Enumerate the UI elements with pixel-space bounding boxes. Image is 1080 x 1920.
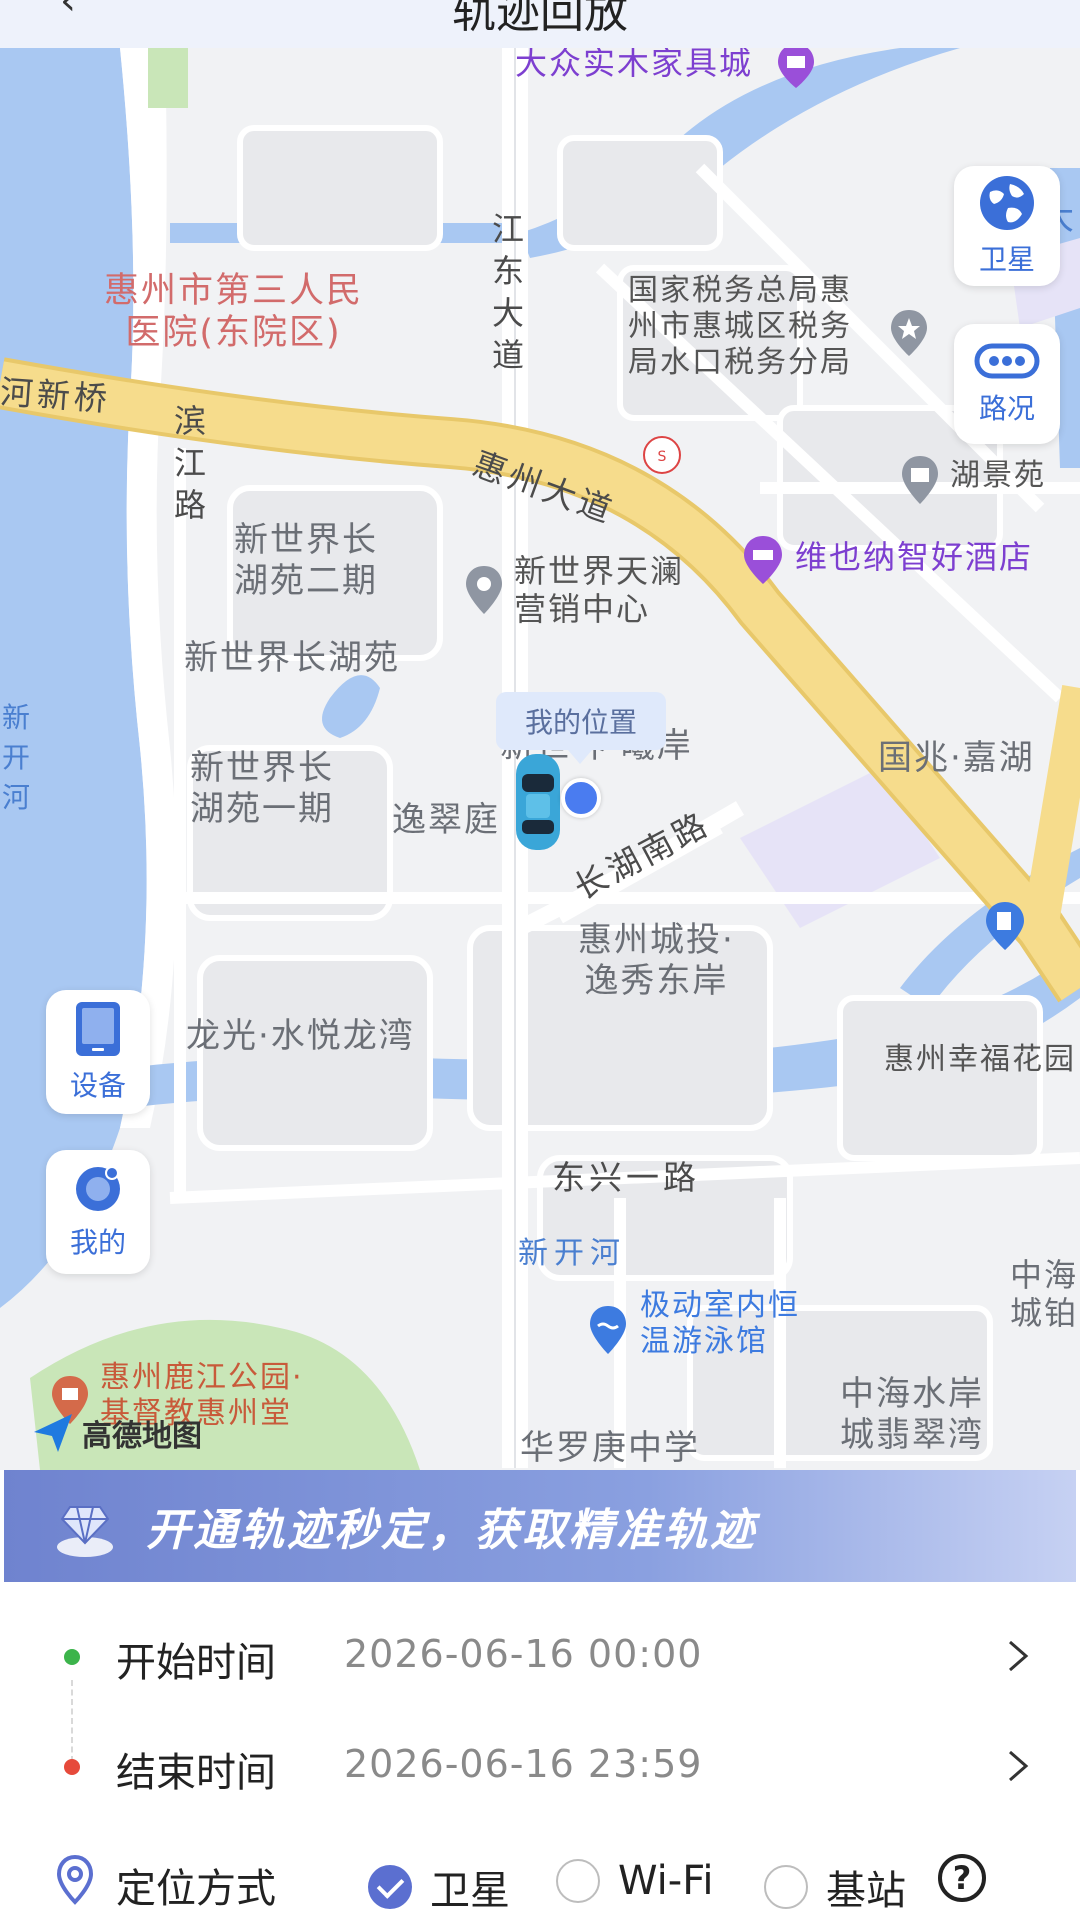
chevron-right-icon (1009, 1750, 1029, 1782)
tax-bureau-label: 国家税务总局惠 州市惠城区税务 局水口税务分局 (628, 273, 852, 380)
satellite-button[interactable]: 卫星 (954, 166, 1060, 286)
page-title: 轨迹回放 (452, 0, 628, 38)
satellite-button-label: 卫星 (978, 243, 1035, 276)
device-button-label: 设备 (69, 1069, 126, 1102)
map-view[interactable]: 大众实木家具城 惠州市第三人民 医院(东院区) 国家税务总局惠 州市惠城区税务 … (0, 48, 1080, 1470)
area-label: 新世界长 湖苑二期 (234, 520, 378, 601)
traffic-icon (974, 343, 1040, 379)
road-label: 河新桥 (0, 372, 113, 419)
road-label: 江东大道 (491, 210, 524, 374)
start-time-value: 2026-06-16 00:00 (344, 1632, 703, 1676)
mode-option-label: 基站 (826, 1868, 906, 1914)
diamond-icon (57, 1506, 113, 1557)
mode-option-base-station[interactable]: 基站 (764, 1858, 906, 1916)
hotel-pin-icon (744, 536, 782, 584)
road-label: 东兴一路 (552, 1158, 700, 1197)
area-label: 华罗庚中学 (520, 1428, 700, 1468)
start-dot (64, 1649, 80, 1665)
map-logo-text: 高德地图 (82, 1419, 202, 1454)
tablet-icon (76, 1002, 120, 1056)
poi-label: 大众实木家具城 (515, 48, 754, 82)
traffic-button[interactable]: 路况 (954, 324, 1060, 444)
svg-text:S: S (658, 449, 667, 465)
location-pin-icon (56, 1854, 94, 1905)
amap-logo-icon (34, 1414, 72, 1452)
car-icon[interactable] (510, 750, 566, 854)
globe-icon (980, 176, 1034, 230)
mode-option-wifi[interactable]: Wi-Fi (556, 1858, 713, 1904)
mode-option-label: 卫星 (430, 1868, 510, 1914)
help-icon[interactable]: ? (938, 1854, 986, 1902)
my-location-label: 我的位置 (496, 692, 666, 764)
hospital-label: 惠州市第三人民 医院(东院区) (104, 271, 364, 353)
poi-label: 湖景苑 (950, 458, 1046, 493)
end-time-row[interactable]: 结束时间 2026-06-16 23:59 (0, 1722, 1080, 1812)
area-label: 惠州幸福花园 (884, 1042, 1076, 1077)
river-label: 新开河 (1, 701, 30, 814)
hotel-label: 维也纳智好酒店 (795, 538, 1034, 576)
swim-pin-icon (590, 1306, 626, 1354)
gas-station-icon: S (643, 436, 681, 474)
mine-button[interactable]: 我的 (46, 1150, 150, 1274)
start-time-row[interactable]: 开始时间 2026-06-16 00:00 (0, 1612, 1080, 1702)
start-time-label: 开始时间 (116, 1640, 276, 1686)
traffic-button-label: 路况 (978, 392, 1035, 425)
radio-unchecked-icon[interactable] (764, 1865, 808, 1909)
mode-option-satellite[interactable]: 卫星 (368, 1858, 510, 1916)
app-root: ‹ 轨迹回放 大众实木家具城 惠州市第三人民 医院(东院区) 国家税务总局惠 州… (0, 0, 1080, 1920)
area-label: 逸翠庭 (392, 800, 500, 840)
radio-unchecked-icon[interactable] (556, 1859, 600, 1903)
area-label: 新世界长湖苑 (184, 638, 400, 678)
poi-pin-icon (778, 48, 814, 88)
my-location-dot (561, 778, 601, 818)
area-label: 中海 城铂 (1010, 1256, 1079, 1333)
area-label: 惠州城投· 逸秀东岸 (578, 920, 735, 1001)
poi-label: 新世界天澜 营销中心 (514, 552, 685, 629)
area-label: 国兆·嘉湖 (878, 738, 1035, 778)
radio-checked-icon[interactable] (368, 1865, 412, 1909)
end-dot (64, 1759, 80, 1775)
location-mode-label: 定位方式 (116, 1866, 276, 1912)
mode-option-label: Wi-Fi (618, 1858, 714, 1904)
fuel-pin-icon (986, 902, 1024, 950)
end-time-value: 2026-06-16 23:59 (344, 1742, 703, 1786)
river-label: 新开河 (518, 1236, 626, 1271)
poi-pin-icon (891, 310, 927, 356)
location-mode-row: 定位方式 卫星 Wi-Fi 基站 ? (0, 1840, 1080, 1920)
banner-text: 开通轨迹秒定，获取精准轨迹 (146, 1505, 757, 1556)
area-label: 龙光·水悦龙湾 (186, 1016, 415, 1056)
area-label: 新世界长 湖苑一期 (190, 748, 334, 829)
chevron-right-icon (1009, 1640, 1029, 1672)
poi-pin-icon (902, 456, 938, 504)
user-icon (76, 1166, 120, 1211)
poi-label: 极动室内恒 温游泳馆 (640, 1288, 800, 1359)
mine-button-label: 我的 (69, 1226, 126, 1259)
road-label: 滨江路 (173, 402, 206, 524)
map-logo: 高德地图 (30, 1410, 202, 1456)
poi-pin-icon (466, 566, 502, 614)
area-label: 中海水岸 城翡翠湾 (840, 1374, 984, 1455)
end-time-label: 结束时间 (116, 1750, 276, 1796)
upgrade-banner[interactable]: 开通轨迹秒定，获取精准轨迹 (4, 1470, 1076, 1582)
top-bar: ‹ 轨迹回放 (0, 0, 1080, 48)
device-button[interactable]: 设备 (46, 990, 150, 1114)
